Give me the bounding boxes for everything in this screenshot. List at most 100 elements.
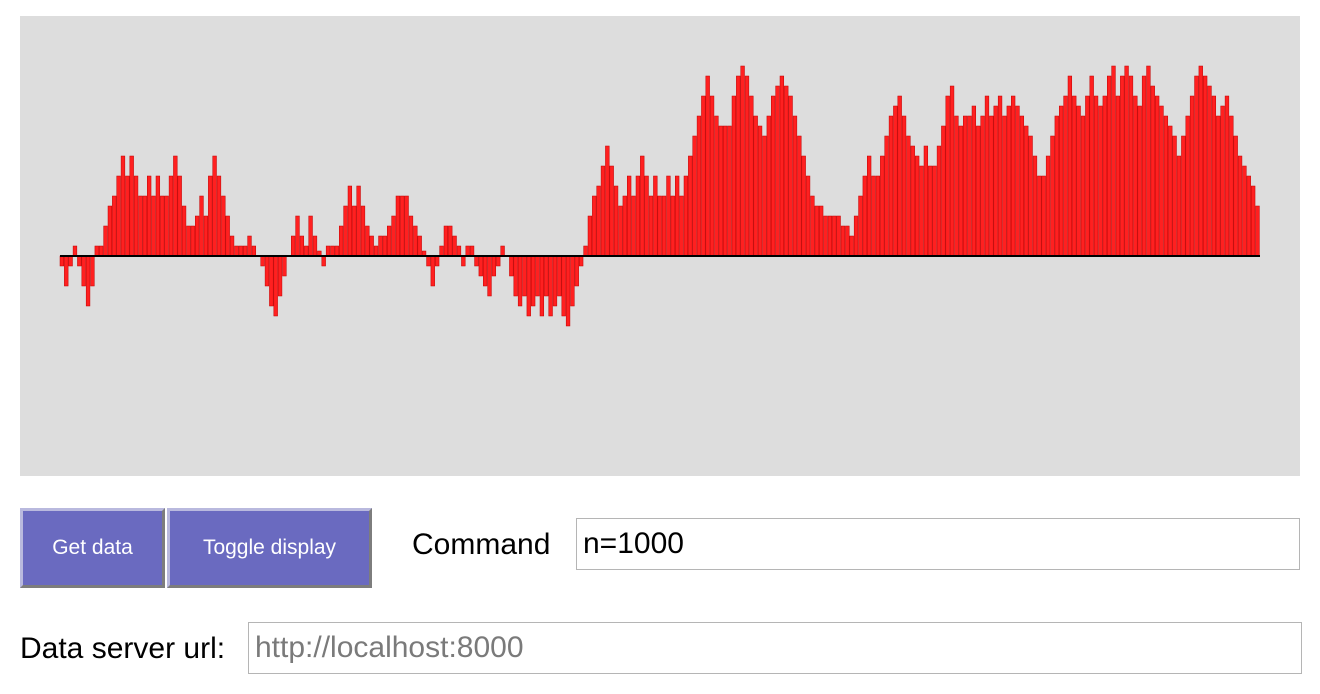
chart-bar xyxy=(142,195,147,257)
chart-bar xyxy=(683,175,689,257)
chart-bar xyxy=(160,195,165,257)
chart-bar xyxy=(557,255,562,297)
chart-bar xyxy=(247,235,252,257)
toggle-display-button[interactable]: Toggle display xyxy=(167,508,372,588)
chart-bar xyxy=(579,255,584,267)
chart-bar xyxy=(413,225,418,257)
chart-bar xyxy=(923,145,929,257)
chart-bar xyxy=(229,235,235,257)
chart-bar xyxy=(941,125,946,257)
chart-bar xyxy=(1246,175,1251,257)
chart-bar xyxy=(954,115,959,257)
command-label: Command xyxy=(412,528,551,561)
chart-bar xyxy=(640,155,645,257)
get-data-button[interactable]: Get data xyxy=(20,508,165,588)
chart-bar xyxy=(609,165,614,257)
chart-bar xyxy=(753,115,758,257)
chart-bar xyxy=(1076,105,1081,257)
chart-bar xyxy=(801,155,806,257)
chart-bar xyxy=(456,245,462,257)
chart-bar xyxy=(705,75,710,257)
chart-bar xyxy=(133,175,139,257)
chart-bar xyxy=(723,125,728,257)
chart-bar xyxy=(675,175,680,257)
chart-bar xyxy=(836,215,841,257)
chart-bar xyxy=(631,195,636,257)
chart-bar xyxy=(299,235,305,257)
chart-bar xyxy=(404,195,409,257)
chart-bar xyxy=(469,245,475,257)
chart-bar xyxy=(94,245,99,257)
chart-bar xyxy=(775,85,780,257)
chart-bar xyxy=(867,155,872,257)
chart-bar xyxy=(888,115,894,257)
chart-bar xyxy=(945,95,950,257)
chart-bar xyxy=(1006,105,1011,257)
chart-bar xyxy=(1224,95,1230,257)
chart-bar xyxy=(871,175,876,257)
chart-bar xyxy=(273,255,278,317)
chart-bar xyxy=(1233,135,1238,257)
chart-bar xyxy=(304,245,309,257)
chart-bar xyxy=(1220,105,1225,257)
chart-bar xyxy=(382,235,387,257)
chart-bar xyxy=(692,135,697,257)
chart-bar xyxy=(151,195,156,257)
chart-bar xyxy=(291,235,296,257)
chart-bar xyxy=(461,255,466,267)
chart-bar xyxy=(277,255,283,297)
chart-bar xyxy=(500,245,505,257)
chart-bar xyxy=(177,175,182,257)
chart-bar xyxy=(1159,105,1164,257)
chart-bar xyxy=(1028,135,1033,257)
chart-bar xyxy=(1255,205,1260,257)
chart-bar xyxy=(474,255,479,267)
chart-bar xyxy=(849,235,854,257)
chart-bar xyxy=(749,95,754,257)
chart-bar xyxy=(993,105,998,257)
chart-bar xyxy=(513,255,518,297)
chart-bar xyxy=(1128,75,1134,257)
chart-bar xyxy=(797,135,802,257)
chart-bar xyxy=(1024,125,1029,257)
chart-bar xyxy=(452,235,457,257)
chart-bar xyxy=(483,255,488,287)
chart-bar xyxy=(448,225,453,257)
chart-bar xyxy=(282,255,287,277)
chart-bar xyxy=(208,175,213,257)
chart-bar xyxy=(679,195,684,257)
chart-bar xyxy=(1107,75,1112,257)
chart-bar xyxy=(378,235,383,257)
chart-bar xyxy=(1098,105,1103,257)
chart-bar xyxy=(181,205,187,257)
command-input[interactable] xyxy=(576,518,1300,570)
chart-bar xyxy=(435,255,440,267)
chart-bar xyxy=(1011,95,1016,257)
chart-bar xyxy=(688,155,693,257)
chart-bar xyxy=(1150,85,1155,257)
chart-bar xyxy=(1189,95,1195,257)
data-server-url-input[interactable] xyxy=(248,622,1302,674)
bar-chart xyxy=(59,65,1260,327)
chart-bar xyxy=(138,195,143,257)
chart-bar xyxy=(334,245,339,257)
chart-bar xyxy=(1041,175,1046,257)
chart-bar xyxy=(90,255,95,287)
chart-bar xyxy=(958,125,963,257)
chart-bar xyxy=(779,75,785,257)
chart-bars xyxy=(59,65,1260,327)
chart-bar xyxy=(880,155,885,257)
chart-bar xyxy=(465,245,470,257)
chart-bar xyxy=(1216,115,1221,257)
chart-bar xyxy=(85,255,91,307)
chart-bar xyxy=(605,145,610,257)
chart-bar xyxy=(339,225,344,257)
chart-bar xyxy=(373,245,379,257)
chart-bar xyxy=(635,175,641,257)
chart-bar xyxy=(325,245,331,257)
chart-bar xyxy=(1194,75,1199,257)
chart-bar xyxy=(1172,135,1177,257)
chart-bar xyxy=(164,195,169,257)
chart-bar xyxy=(744,75,750,257)
chart-bar xyxy=(186,225,191,257)
